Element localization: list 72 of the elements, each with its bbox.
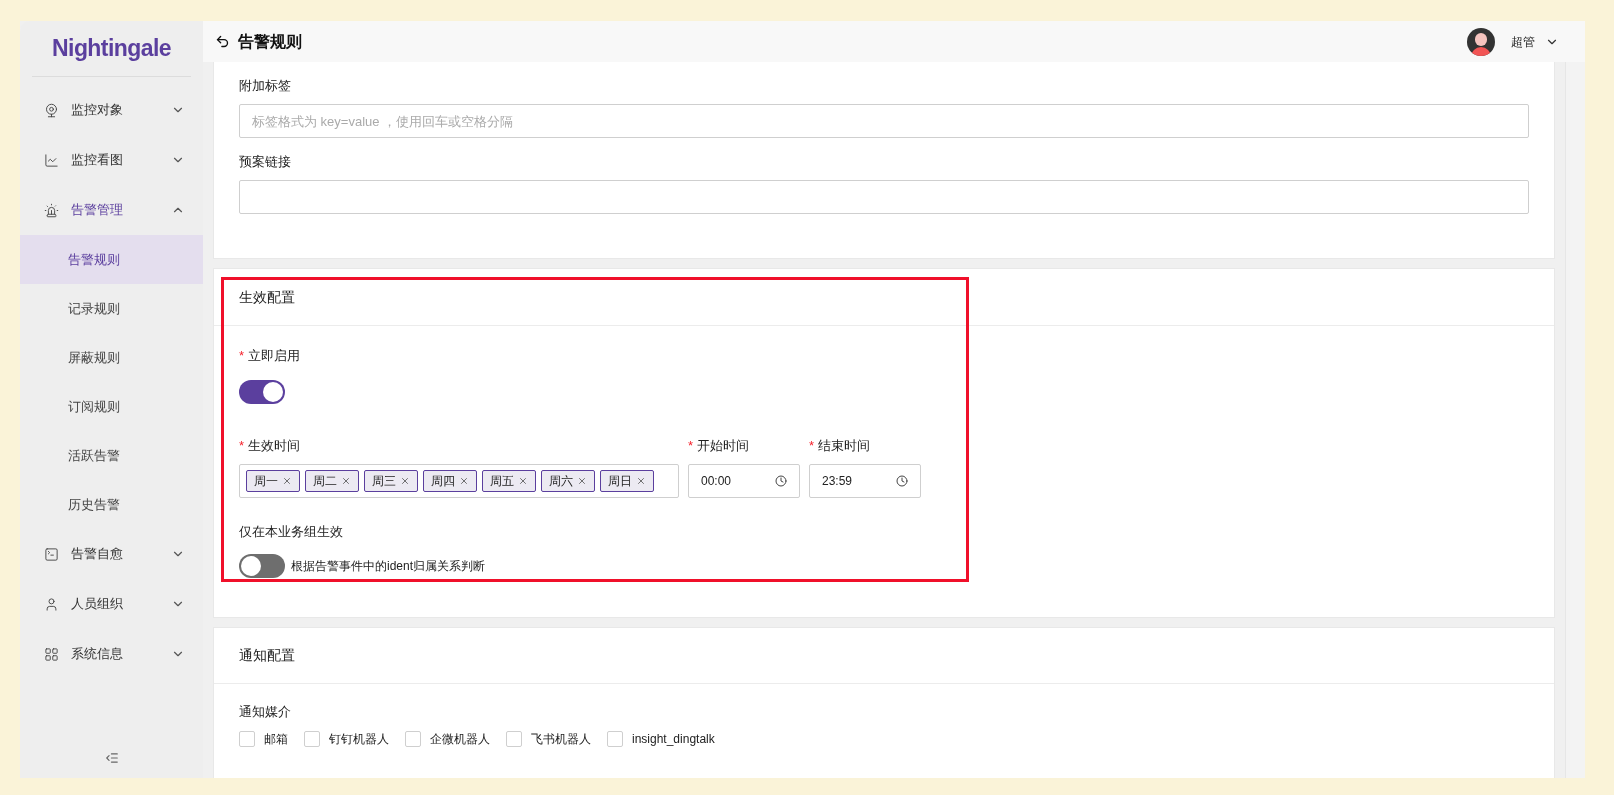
weekday-tag: 周四 xyxy=(423,470,477,492)
field-label: 生效时间 xyxy=(248,437,301,456)
field-label: 通知媒介 xyxy=(239,703,291,722)
remove-icon[interactable] xyxy=(341,476,351,486)
remove-icon[interactable] xyxy=(282,476,292,486)
time-picker[interactable]: 23:59 xyxy=(809,464,921,498)
logo: Nightingale xyxy=(52,34,171,64)
field-label: 仅在本业务组生效 xyxy=(239,523,343,542)
avatar[interactable] xyxy=(1467,27,1495,56)
user-name[interactable]: 超管 xyxy=(1511,32,1535,51)
field-label: 开始时间 xyxy=(697,437,750,456)
sidebar-subitem[interactable]: 历史告警 xyxy=(20,480,203,529)
field-label: 附加标签 xyxy=(239,77,291,96)
user-icon xyxy=(44,596,59,612)
sidebar-item[interactable]: 告警管理 xyxy=(20,185,203,235)
remove-icon[interactable] xyxy=(577,476,587,486)
checkbox[interactable] xyxy=(405,731,421,747)
remove-icon[interactable] xyxy=(518,476,528,486)
checkbox[interactable] xyxy=(239,731,255,747)
weekday-tag: 周五 xyxy=(482,470,536,492)
sidebar-subitem[interactable]: 告警规则 xyxy=(20,235,203,284)
field-label: 立即启用 xyxy=(248,347,301,366)
required-asterisk: * xyxy=(239,437,245,456)
sidebar-item[interactable]: 人员组织 xyxy=(20,579,203,629)
weekday-tag: 周三 xyxy=(364,470,418,492)
checkbox-label: insight_dingtalk xyxy=(632,731,715,748)
sidebar-subitem[interactable]: 屏蔽规则 xyxy=(20,333,203,382)
checkbox-label: 企微机器人 xyxy=(430,731,490,748)
weekday-tag: 周二 xyxy=(305,470,359,492)
checkbox[interactable] xyxy=(304,731,320,747)
checkbox[interactable] xyxy=(506,731,522,747)
required-asterisk: * xyxy=(688,437,694,456)
clock-icon xyxy=(775,475,787,487)
card-title: 通知配置 xyxy=(239,646,295,665)
alarm-icon xyxy=(44,202,59,218)
input-field[interactable] xyxy=(239,180,1529,214)
checkbox-label: 飞书机器人 xyxy=(531,731,591,748)
toggle-switch[interactable] xyxy=(239,554,285,578)
grid-icon xyxy=(44,646,59,662)
webcam-icon xyxy=(44,102,59,118)
card-title: 生效配置 xyxy=(239,287,295,307)
time-picker[interactable]: 00:00 xyxy=(688,464,800,498)
field-label: 预案链接 xyxy=(239,153,291,172)
weekday-tag: 周六 xyxy=(541,470,595,492)
remove-icon[interactable] xyxy=(400,476,410,486)
checkbox[interactable] xyxy=(607,731,623,747)
sidebar-item[interactable]: 系统信息 xyxy=(20,629,203,679)
sidebar-subitem[interactable]: 订阅规则 xyxy=(20,382,203,431)
line-chart-icon xyxy=(44,152,59,168)
input-field[interactable]: 标签格式为 key=value ，使用回车或空格分隔 xyxy=(239,104,1529,138)
terminal-icon xyxy=(44,546,59,562)
remove-icon[interactable] xyxy=(459,476,469,486)
sidebar-subitem[interactable]: 活跃告警 xyxy=(20,431,203,480)
weekday-tag: 周日 xyxy=(600,470,654,492)
switch-description: 根据告警事件中的ident归属关系判断 xyxy=(291,558,486,575)
back-icon[interactable] xyxy=(215,34,230,49)
clock-icon xyxy=(896,475,908,487)
weekday-tag: 周一 xyxy=(246,470,300,492)
collapse-menu-icon[interactable] xyxy=(104,751,119,765)
checkbox-label: 钉钉机器人 xyxy=(329,731,389,748)
sidebar-item[interactable]: 监控看图 xyxy=(20,135,203,185)
checkbox-label: 邮箱 xyxy=(264,731,288,748)
field-label: 结束时间 xyxy=(818,437,871,456)
required-asterisk: * xyxy=(239,347,245,366)
required-asterisk: * xyxy=(809,437,815,456)
toggle-switch[interactable] xyxy=(239,380,285,404)
remove-icon[interactable] xyxy=(636,476,646,486)
page-title: 告警规则 xyxy=(238,31,303,52)
sidebar-item[interactable]: 告警自愈 xyxy=(20,529,203,579)
sidebar-subitem[interactable]: 记录规则 xyxy=(20,284,203,333)
weekday-select[interactable]: 周一 周二 周三 周四 周五 周六 周日 xyxy=(239,464,679,498)
sidebar-item[interactable]: 监控对象 xyxy=(20,85,203,135)
